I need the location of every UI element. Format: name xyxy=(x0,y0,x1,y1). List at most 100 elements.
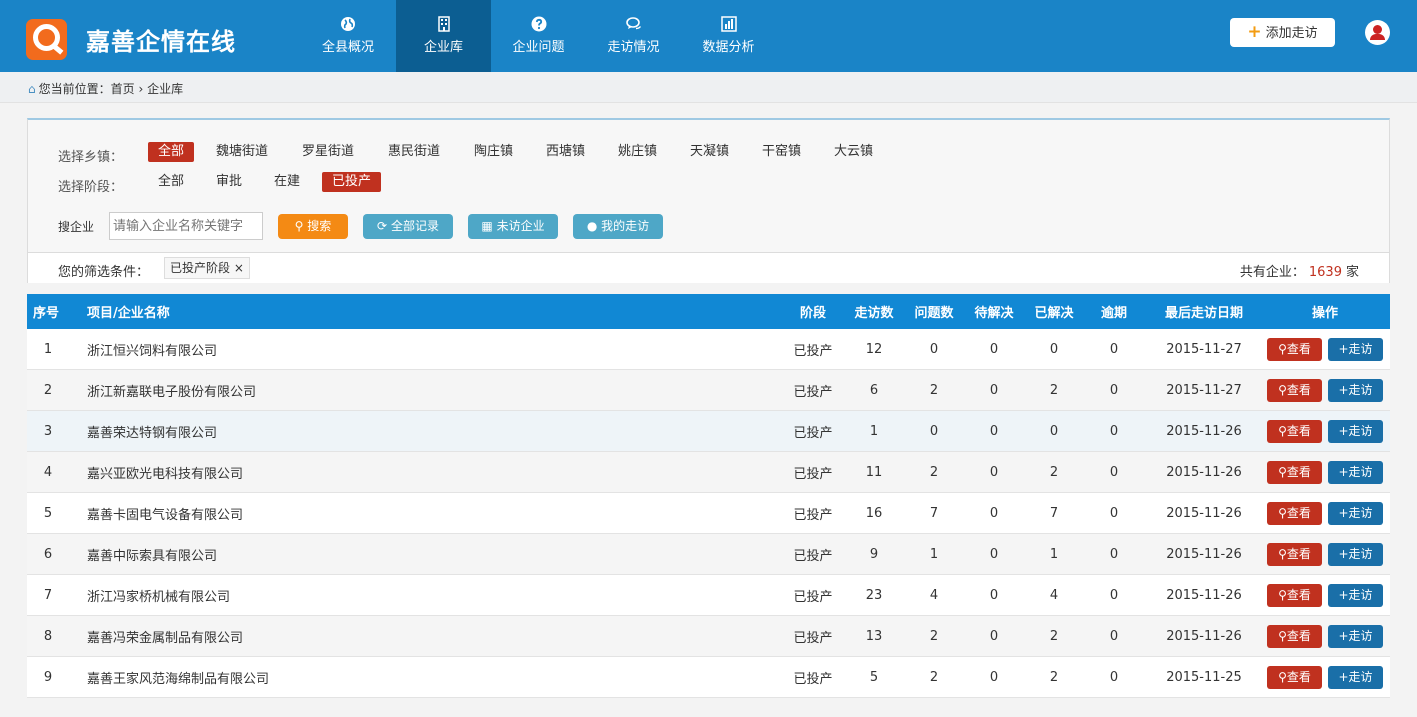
view-button[interactable]: ⚲查看 xyxy=(1267,379,1322,402)
cell-pending: 0 xyxy=(989,546,999,562)
town-option[interactable]: 西塘镇 xyxy=(536,142,595,162)
col-actions: 操作 xyxy=(1311,306,1338,321)
cell-solved: 2 xyxy=(1049,628,1059,644)
logo[interactable] xyxy=(26,19,67,60)
search-icon: ⚲ xyxy=(1278,465,1287,479)
user-icon[interactable] xyxy=(1365,20,1390,45)
total-number: 1639 xyxy=(1308,265,1342,280)
view-button[interactable]: ⚲查看 xyxy=(1267,543,1322,566)
total-suffix: 家 xyxy=(1345,265,1359,280)
cell-overdue: 0 xyxy=(1109,464,1119,480)
cell-name: 嘉善中际索具有限公司 xyxy=(87,548,218,564)
view-button[interactable]: ⚲查看 xyxy=(1267,625,1322,648)
my-visits-button[interactable]: ● 我的走访 xyxy=(573,214,663,239)
town-option[interactable]: 干窑镇 xyxy=(752,142,811,162)
all-records-button[interactable]: ⟳ 全部记录 xyxy=(363,214,453,239)
view-button[interactable]: ⚲查看 xyxy=(1267,461,1322,484)
search-icon: ⚲ xyxy=(1278,629,1287,643)
cell-last-visit-date: 2015-11-26 xyxy=(1166,546,1242,562)
view-button[interactable]: ⚲查看 xyxy=(1267,666,1322,689)
stage-option[interactable]: 已投产 xyxy=(322,172,382,192)
my-visits-label: 我的走访 xyxy=(601,219,650,233)
visit-button[interactable]: +走访 xyxy=(1328,584,1383,607)
view-button[interactable]: ⚲查看 xyxy=(1267,338,1322,361)
town-option[interactable]: 全部 xyxy=(148,142,195,162)
close-icon[interactable]: × xyxy=(234,261,244,275)
home-icon: ⌂ xyxy=(28,82,36,96)
brand-title: 嘉善企情在线 xyxy=(86,28,236,56)
table-row: 6 嘉善中际索具有限公司 已投产 9 1 0 1 0 2015-11-26 ⚲查看 +走访 xyxy=(27,534,1390,575)
condition-label: 您的筛选条件： xyxy=(58,265,150,280)
town-option[interactable]: 罗星街道 xyxy=(292,142,364,162)
town-option[interactable]: 姚庄镇 xyxy=(608,142,667,162)
visit-label: 走访 xyxy=(1348,465,1373,479)
visit-button[interactable]: +走访 xyxy=(1328,543,1383,566)
search-input[interactable] xyxy=(109,212,263,240)
plus-icon: + xyxy=(1338,424,1349,438)
search-button-label: 搜索 xyxy=(307,219,332,233)
nav-item-data-analysis[interactable]: 数据分析 xyxy=(681,0,776,72)
cell-visits: 6 xyxy=(869,382,879,398)
visit-label: 走访 xyxy=(1348,547,1373,561)
cell-solved: 0 xyxy=(1049,341,1059,357)
view-label: 查看 xyxy=(1286,670,1311,684)
table-row: 9 嘉善王家风范海绵制品有限公司 已投产 5 2 0 2 0 2015-11-25 ⚲查看 +走访 xyxy=(27,657,1390,698)
visit-button[interactable]: +走访 xyxy=(1328,461,1383,484)
visit-button[interactable]: +走访 xyxy=(1328,379,1383,402)
cell-overdue: 0 xyxy=(1109,546,1119,562)
town-option[interactable]: 惠民街道 xyxy=(378,142,450,162)
visit-label: 走访 xyxy=(1348,424,1373,438)
nav-item-enterprise-library[interactable]: 企业库 xyxy=(396,0,491,72)
table-row: 3 嘉善荣达特钢有限公司 已投产 1 0 0 0 0 2015-11-26 ⚲查看 +走访 xyxy=(27,411,1390,452)
cell-name: 嘉善荣达特钢有限公司 xyxy=(87,425,218,441)
cell-last-visit-date: 2015-11-27 xyxy=(1166,341,1242,357)
cell-last-visit-date: 2015-11-26 xyxy=(1166,587,1242,603)
plus-icon: + xyxy=(1338,547,1349,561)
cell-no: 4 xyxy=(43,464,53,480)
cell-issues: 2 xyxy=(929,628,939,644)
add-visit-button[interactable]: + 添加走访 xyxy=(1230,18,1335,47)
condition-tag[interactable]: 已投产阶段 × xyxy=(164,257,250,279)
visit-button[interactable]: +走访 xyxy=(1328,420,1383,443)
stage-option[interactable]: 审批 xyxy=(206,172,252,192)
visit-label: 走访 xyxy=(1348,342,1373,356)
col-last-visit-date: 最后走访日期 xyxy=(1164,306,1243,321)
nav-label: 数据分析 xyxy=(702,40,755,55)
table-row: 8 嘉善冯荣金属制品有限公司 已投产 13 2 0 2 0 2015-11-26 ⚲查看 +走访 xyxy=(27,616,1390,657)
town-option[interactable]: 大云镇 xyxy=(824,142,883,162)
condition-tag-label: 已投产阶段 xyxy=(170,261,231,275)
plus-icon: + xyxy=(1338,670,1349,684)
visit-button[interactable]: +走访 xyxy=(1328,666,1383,689)
town-option[interactable]: 陶庄镇 xyxy=(464,142,523,162)
unvisited-button[interactable]: ▦ 未访企业 xyxy=(468,214,558,239)
cell-last-visit-date: 2015-11-26 xyxy=(1166,464,1242,480)
stage-option[interactable]: 在建 xyxy=(264,172,310,192)
nav-item-enterprise-issues[interactable]: 企业问题 xyxy=(491,0,586,72)
cell-no: 7 xyxy=(43,587,53,603)
table-row: 1 浙江恒兴饲料有限公司 已投产 12 0 0 0 0 2015-11-27 ⚲查看 +走访 xyxy=(27,329,1390,370)
breadcrumb-home[interactable]: 首页 xyxy=(111,82,135,96)
bar-chart-icon xyxy=(720,16,737,32)
stage-option[interactable]: 全部 xyxy=(148,172,194,192)
building-icon: ▦ xyxy=(481,219,493,233)
town-option[interactable]: 魏塘街道 xyxy=(206,142,278,162)
building-icon xyxy=(437,16,450,32)
nav-item-county-overview[interactable]: 全县概况 xyxy=(300,0,396,72)
cell-name: 浙江冯家桥机械有限公司 xyxy=(87,589,231,605)
cell-overdue: 0 xyxy=(1109,341,1119,357)
view-button[interactable]: ⚲查看 xyxy=(1267,420,1322,443)
visit-button[interactable]: +走访 xyxy=(1328,625,1383,648)
town-option[interactable]: 天凝镇 xyxy=(680,142,739,162)
col-overdue: 逾期 xyxy=(1100,306,1127,321)
nav-item-visit-status[interactable]: 走访情况 xyxy=(586,0,681,72)
visit-button[interactable]: +走访 xyxy=(1328,338,1383,361)
search-icon: ⚲ xyxy=(294,219,304,233)
table-row: 2 浙江新嘉联电子股份有限公司 已投产 6 2 0 2 0 2015-11-27 ⚲查看 +走访 xyxy=(27,370,1390,411)
cell-no: 3 xyxy=(43,423,53,439)
view-button[interactable]: ⚲查看 xyxy=(1267,584,1322,607)
view-button[interactable]: ⚲查看 xyxy=(1267,502,1322,525)
cell-issues: 2 xyxy=(929,464,939,480)
search-button[interactable]: ⚲ 搜索 xyxy=(278,214,348,239)
visit-button[interactable]: +走访 xyxy=(1328,502,1383,525)
cell-visits: 5 xyxy=(869,669,879,685)
